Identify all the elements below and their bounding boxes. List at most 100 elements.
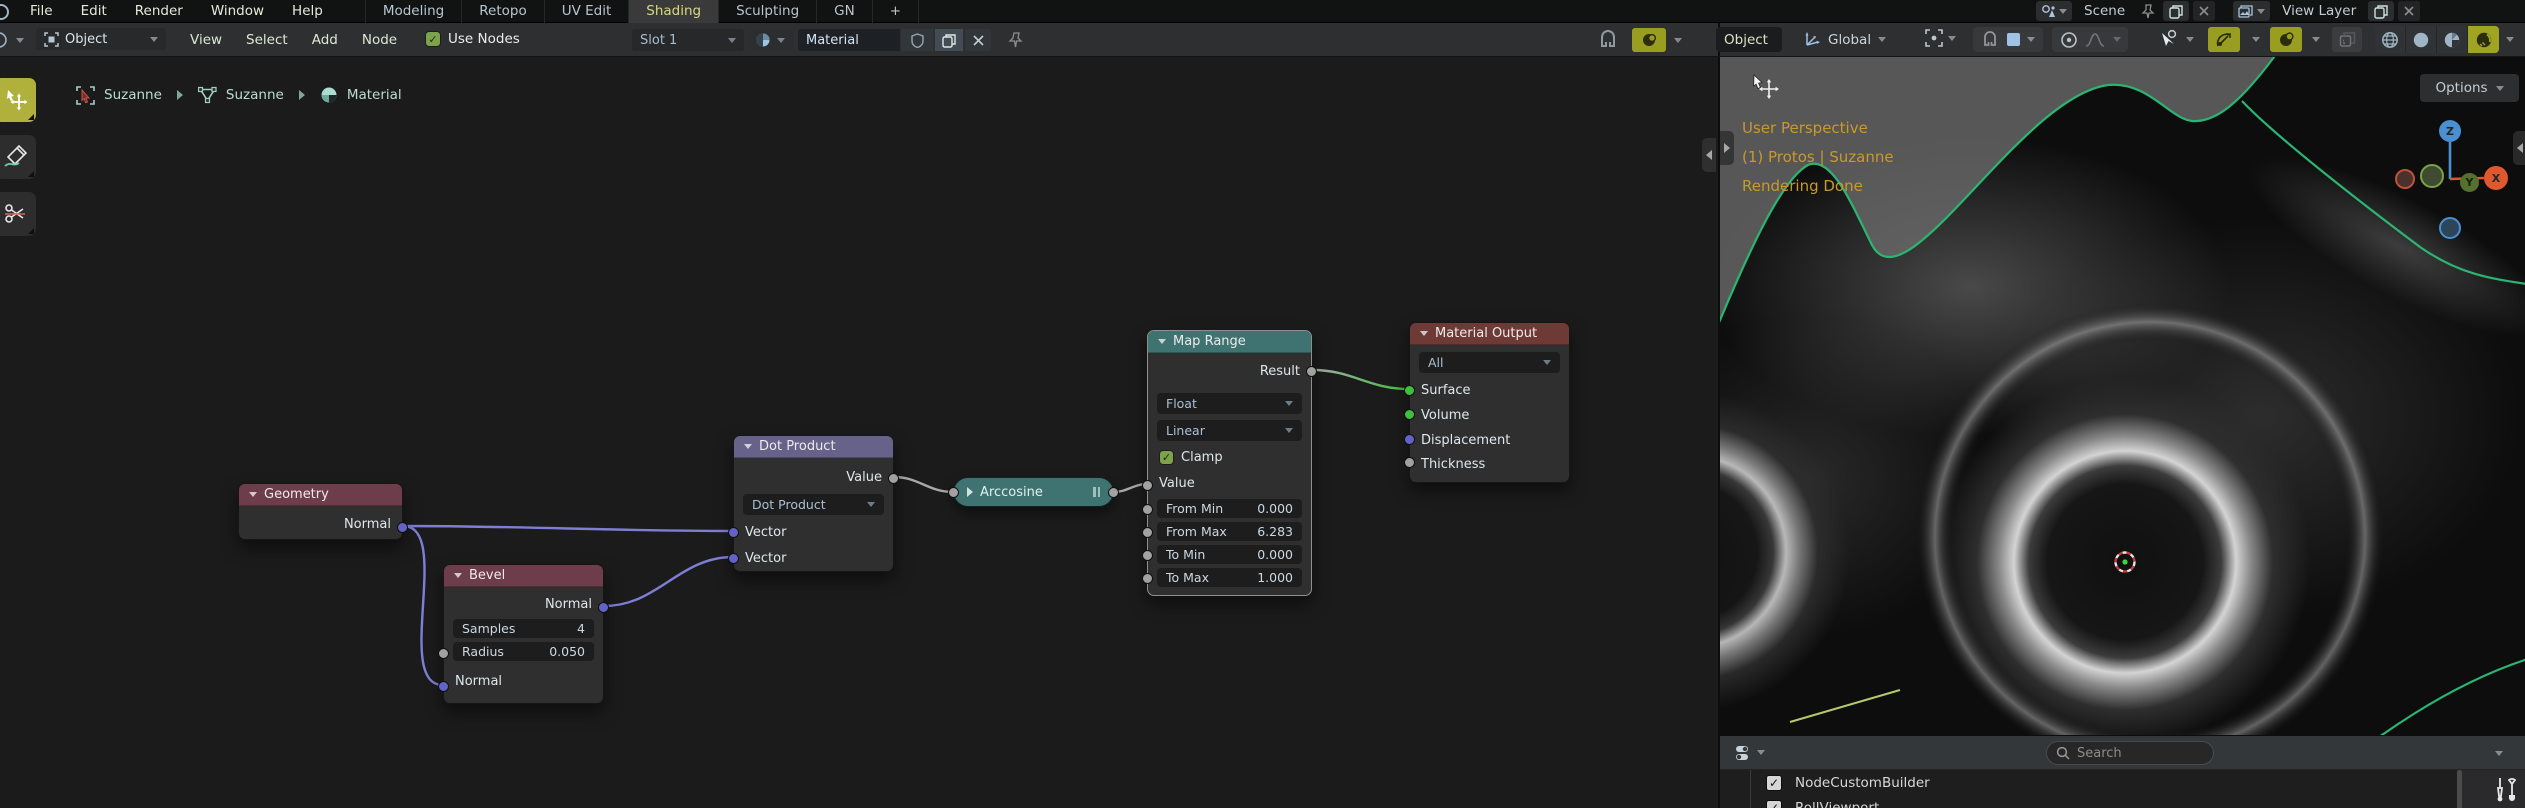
transform-orientation-dropdown[interactable]: Global	[1804, 27, 1886, 52]
gizmo-visibility-icon[interactable]	[2158, 29, 2180, 49]
navigation-gizmo[interactable]: Z Y X	[2380, 107, 2525, 247]
samples-field[interactable]: Samples 4	[453, 619, 594, 638]
socket-from-max-input[interactable]	[1142, 527, 1153, 538]
snap-target-icon[interactable]	[2007, 33, 2020, 46]
collapse-chevron[interactable]	[744, 444, 752, 449]
socket-value-input[interactable]	[1142, 480, 1153, 491]
tools-tab-icon[interactable]	[2494, 776, 2520, 804]
pin-icon[interactable]	[2141, 4, 2155, 19]
socket-from-min-input[interactable]	[1142, 504, 1153, 515]
material-slot-dropdown[interactable]: Slot 1	[632, 29, 744, 51]
snap-dropdown-chevron[interactable]	[2027, 37, 2035, 42]
socket-displacement-input[interactable]	[1404, 434, 1415, 445]
prefs-section-dropdown[interactable]	[1734, 743, 1765, 763]
vector-math-operation-dropdown[interactable]: Dot Product	[743, 494, 884, 515]
workspace-tab-shading[interactable]: Shading	[628, 0, 718, 23]
gizmo-axis-neg-x[interactable]	[2395, 169, 2415, 189]
menu-node[interactable]: Node	[350, 32, 409, 48]
workspace-tab-gn[interactable]: GN	[816, 0, 872, 23]
menu-render[interactable]: Render	[121, 0, 197, 23]
node-arccosine[interactable]: Arccosine	[953, 477, 1114, 507]
shading-material-button[interactable]	[2437, 26, 2468, 53]
use-nodes-checkbox[interactable]	[425, 31, 441, 47]
new-view-layer-button[interactable]	[2368, 1, 2394, 21]
interpolation-dropdown[interactable]: Linear	[1157, 420, 1302, 441]
node-geometry[interactable]: Geometry Normal	[238, 483, 403, 540]
to-max-field[interactable]: To Max 1.000	[1157, 568, 1302, 587]
collapse-chevron[interactable]	[1158, 339, 1166, 344]
socket-to-max-input[interactable]	[1142, 573, 1153, 584]
blender-logo-icon[interactable]	[0, 3, 10, 21]
socket-normal-input[interactable]	[438, 681, 449, 692]
view-layer-browse-button[interactable]	[2233, 1, 2270, 21]
view-layer-name[interactable]: View Layer	[2274, 3, 2364, 19]
show-overlays-toggle[interactable]	[2270, 27, 2302, 52]
editor-type-icon[interactable]	[0, 31, 11, 49]
node-dot-product[interactable]: Dot Product Value Dot Product Vector Vec…	[733, 435, 894, 572]
scene-browse-button[interactable]	[2036, 1, 2072, 21]
gizmo-axis-neg-z[interactable]	[2439, 217, 2461, 239]
menu-file[interactable]: File	[16, 0, 67, 23]
new-material-button[interactable]	[935, 29, 963, 51]
viewport-3d[interactable]: User Perspective (1) Protos | Suzanne Re…	[1718, 57, 2525, 735]
unlink-material-button[interactable]	[965, 29, 991, 51]
falloff-dropdown-chevron[interactable]	[2113, 37, 2121, 42]
scene-name[interactable]: Scene	[2076, 3, 2133, 19]
add-workspace-button[interactable]: +	[872, 0, 919, 23]
socket-radius-input[interactable]	[438, 648, 449, 659]
collapse-chevron[interactable]	[454, 573, 462, 578]
pivot-point-dropdown[interactable]	[1925, 29, 1956, 47]
node-bevel[interactable]: Bevel Normal Samples 4 Radius 0.050 Norm…	[443, 564, 604, 704]
to-min-field[interactable]: To Min 0.000	[1157, 545, 1302, 564]
toggle-xray-button[interactable]	[2332, 27, 2362, 52]
menu-window[interactable]: Window	[197, 0, 278, 23]
viewport-options-button[interactable]: Options	[2420, 74, 2519, 102]
workspace-tab-sculpting[interactable]: Sculpting	[718, 0, 816, 23]
overlays-toggle[interactable]	[1632, 28, 1666, 52]
workspace-tab-uvedit[interactable]: UV Edit	[544, 0, 629, 23]
socket-normal-output[interactable]	[397, 522, 408, 533]
addon-enabled-checkbox[interactable]	[1766, 800, 1782, 808]
fake-user-button[interactable]	[901, 29, 933, 51]
collapse-chevron[interactable]	[249, 492, 257, 497]
socket-vector1-input[interactable]	[728, 527, 739, 538]
clamp-checkbox[interactable]	[1159, 450, 1174, 465]
from-min-field[interactable]: From Min 0.000	[1157, 499, 1302, 518]
node-map-range[interactable]: Map Range Result Float Linear Clamp Valu…	[1147, 330, 1312, 596]
menu-add[interactable]: Add	[300, 32, 350, 48]
proportional-edit-icon[interactable]	[2060, 31, 2078, 49]
socket-result-output[interactable]	[1306, 366, 1317, 377]
menu-select[interactable]: Select	[234, 32, 300, 48]
expand-chevron[interactable]	[967, 487, 973, 497]
addon-enabled-checkbox[interactable]	[1766, 775, 1782, 791]
gizmo-axis-neg-y[interactable]	[2420, 164, 2444, 188]
new-scene-button[interactable]	[2163, 1, 2189, 21]
socket-surface-input[interactable]	[1404, 385, 1415, 396]
gizmo-axis-x[interactable]: X	[2484, 166, 2508, 190]
viewport-mode-dropdown[interactable]: Object	[1716, 27, 1782, 52]
addons-panel-chevron[interactable]	[2495, 751, 2503, 756]
browse-material-button[interactable]	[750, 29, 794, 51]
viewport-sidebar-toggle[interactable]	[2513, 131, 2525, 165]
remove-view-layer-button[interactable]	[2398, 1, 2420, 21]
show-gizmos-toggle[interactable]	[2208, 27, 2240, 52]
pin-icon[interactable]	[1008, 32, 1023, 48]
addons-search-box[interactable]	[2046, 741, 2214, 765]
socket-volume-input[interactable]	[1404, 409, 1415, 420]
show-gizmos-chevron[interactable]	[2252, 37, 2260, 42]
socket-to-min-input[interactable]	[1142, 550, 1153, 561]
shader-node-editor[interactable]: Suzanne Suzanne Material	[0, 57, 1718, 808]
shader-type-dropdown[interactable]: Object	[36, 28, 166, 50]
shading-solid-button[interactable]	[2406, 26, 2437, 53]
unlink-scene-button[interactable]	[2193, 1, 2215, 21]
gizmo-visibility-chevron[interactable]	[2186, 37, 2194, 42]
falloff-curve-icon[interactable]	[2085, 32, 2105, 48]
overlays-dropdown-chevron[interactable]	[1674, 38, 1682, 43]
shading-rendered-button[interactable]	[2468, 26, 2499, 53]
socket-output[interactable]	[1108, 487, 1119, 498]
shading-wireframe-button[interactable]	[2375, 26, 2406, 53]
editor-type-chevron[interactable]	[16, 38, 24, 43]
node-sidebar-toggle[interactable]	[1702, 138, 1716, 172]
menu-help[interactable]: Help	[278, 0, 337, 23]
addon-row-rollviewport[interactable]: RollViewport	[1766, 800, 1879, 808]
